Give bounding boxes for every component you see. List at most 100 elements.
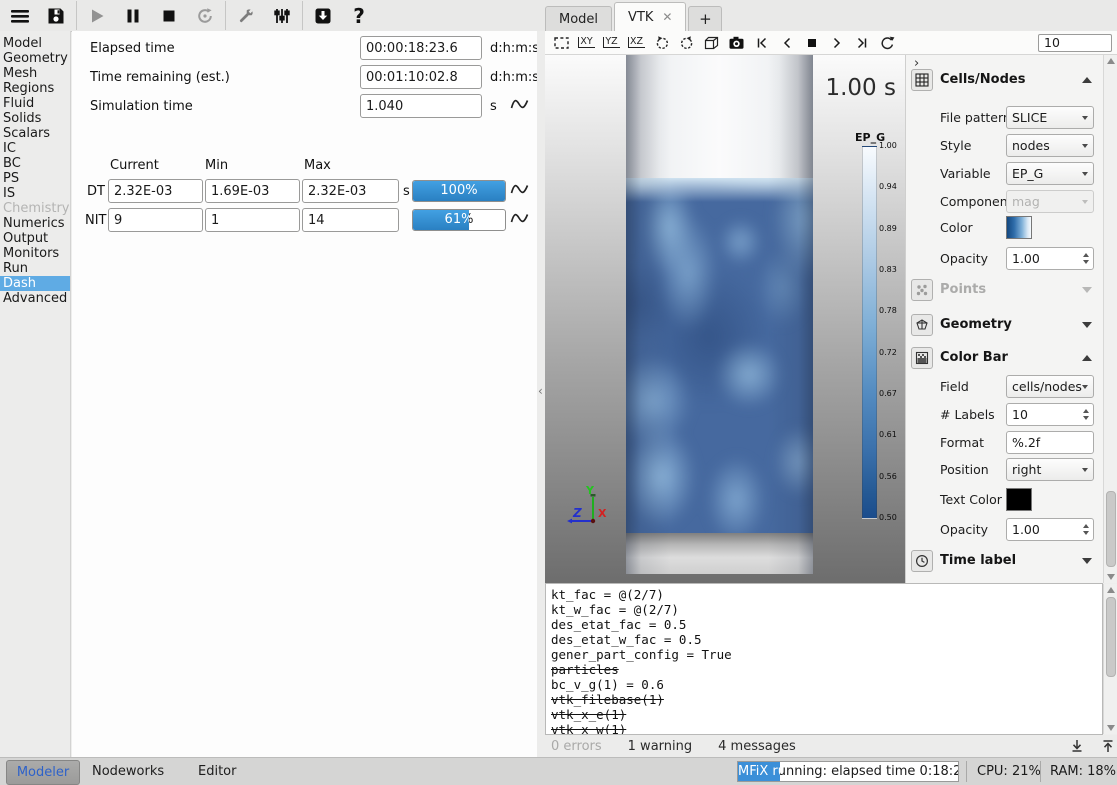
- colorbar-opacity-spinner[interactable]: 1.00: [1006, 518, 1094, 541]
- rotate-right-button[interactable]: [674, 33, 699, 53]
- sidebar-item-mesh[interactable]: Mesh: [0, 66, 70, 81]
- nit-min-field[interactable]: 1: [205, 208, 300, 232]
- mode-tab-nodeworks[interactable]: Nodeworks: [92, 764, 164, 779]
- simulation-time-units: s: [490, 99, 497, 114]
- sidebar-item-output[interactable]: Output: [0, 231, 70, 246]
- settings-scrollbar[interactable]: [1103, 55, 1117, 583]
- elapsed-time-field[interactable]: 00:00:18:23.6: [360, 36, 482, 60]
- first-frame-button[interactable]: [749, 33, 774, 53]
- splitter-handle-icon[interactable]: ‹: [538, 384, 543, 398]
- scroll-down-icon[interactable]: [1107, 574, 1115, 580]
- help-button[interactable]: ?: [341, 2, 377, 30]
- sidebar-item-advanced[interactable]: Advanced: [0, 291, 70, 306]
- last-frame-button[interactable]: [849, 33, 874, 53]
- toolbar-separator: [225, 1, 226, 30]
- dt-current-field[interactable]: 2.32E-03: [108, 179, 203, 203]
- vtk-viewport[interactable]: 1.00 s EP_G 1.000.94 0.890.83 0.780.72 0…: [545, 55, 905, 583]
- section-time-label[interactable]: Time label: [906, 550, 1104, 574]
- position-dropdown[interactable]: right: [1006, 458, 1094, 481]
- style-dropdown[interactable]: nodes: [1006, 134, 1094, 157]
- field-dropdown[interactable]: cells/nodes: [1006, 375, 1094, 398]
- simulation-time-field[interactable]: 1.040: [360, 94, 482, 118]
- variable-dropdown[interactable]: EP_G: [1006, 162, 1094, 185]
- view-yz-button[interactable]: YZ: [599, 33, 624, 53]
- sidebar-item-ic[interactable]: IC: [0, 141, 70, 156]
- expand-section-icon[interactable]: [1082, 558, 1092, 564]
- section-cells-nodes[interactable]: Cells/Nodes: [906, 69, 1104, 93]
- sidebar-item-regions[interactable]: Regions: [0, 81, 70, 96]
- time-remaining-field[interactable]: 00:01:10:02.8: [360, 65, 482, 89]
- view-xy-button[interactable]: XY: [574, 33, 599, 53]
- scroll-to-top-icon[interactable]: [1100, 738, 1116, 754]
- stop-playback-button[interactable]: [799, 33, 824, 53]
- sidebar-item-numerics[interactable]: Numerics: [0, 216, 70, 231]
- stop-button[interactable]: [151, 2, 187, 30]
- scroll-to-bottom-icon[interactable]: [1069, 738, 1085, 754]
- sidebar-item-solids[interactable]: Solids: [0, 111, 70, 126]
- menu-button[interactable]: [2, 2, 38, 30]
- dt-max-field[interactable]: 2.32E-03: [302, 179, 399, 203]
- collapse-section-icon[interactable]: [1082, 355, 1092, 361]
- file-pattern-dropdown[interactable]: SLICE: [1006, 106, 1094, 129]
- mode-tab-editor[interactable]: Editor: [198, 764, 236, 779]
- text-color-row: Text Color: [906, 488, 1104, 512]
- tab-vtk[interactable]: VTK✕: [614, 2, 686, 31]
- snapshot-button[interactable]: [724, 33, 749, 53]
- perspective-button[interactable]: [699, 33, 724, 53]
- sidebar-item-monitors[interactable]: Monitors: [0, 246, 70, 261]
- dt-min-field[interactable]: 1.69E-03: [205, 179, 300, 203]
- run-button[interactable]: [79, 2, 115, 30]
- num-labels-spinner[interactable]: 10: [1006, 403, 1094, 426]
- tab-model[interactable]: Model: [545, 6, 612, 31]
- sidebar-item-bc[interactable]: BC: [0, 156, 70, 171]
- scroll-up-icon[interactable]: [1107, 58, 1115, 64]
- new-tab-button[interactable]: +: [688, 6, 722, 31]
- errors-count[interactable]: 0 errors: [551, 739, 602, 754]
- scrollbar-thumb[interactable]: [1106, 491, 1116, 567]
- build-button[interactable]: [228, 2, 264, 30]
- sidebar-item-is[interactable]: IS: [0, 186, 70, 201]
- warnings-count[interactable]: 1 warning: [628, 739, 692, 754]
- text-color-swatch[interactable]: [1006, 488, 1032, 511]
- pause-button[interactable]: [115, 2, 151, 30]
- messages-count[interactable]: 4 messages: [718, 739, 796, 754]
- sidebar-item-run[interactable]: Run: [0, 261, 70, 276]
- opacity-spinner[interactable]: 1.00: [1006, 247, 1094, 270]
- sidebar-item-fluid[interactable]: Fluid: [0, 96, 70, 111]
- scroll-down-icon[interactable]: [1107, 725, 1115, 731]
- scroll-up-icon[interactable]: [1107, 587, 1115, 593]
- svg-text:Y: Y: [585, 485, 595, 497]
- expand-section-icon[interactable]: [1082, 322, 1092, 328]
- section-color-bar[interactable]: Color Bar: [906, 347, 1104, 371]
- sidebar-item-geometry[interactable]: Geometry: [0, 51, 70, 66]
- mode-tab-modeler[interactable]: Modeler: [6, 760, 80, 785]
- sidebar-item-scalars[interactable]: Scalars: [0, 126, 70, 141]
- view-xz-button[interactable]: XZ: [624, 33, 649, 53]
- nit-max-field[interactable]: 14: [302, 208, 399, 232]
- frame-delay-input[interactable]: 10: [1038, 34, 1112, 52]
- format-input[interactable]: %.2f: [1006, 431, 1094, 454]
- sidebar-item-ps[interactable]: PS: [0, 171, 70, 186]
- export-button[interactable]: [305, 2, 341, 30]
- colormap-swatch[interactable]: [1006, 216, 1032, 239]
- play-loop-button[interactable]: [874, 33, 899, 53]
- rotate-left-button[interactable]: [649, 33, 674, 53]
- close-tab-icon[interactable]: ✕: [662, 10, 672, 24]
- reset-button[interactable]: [187, 2, 223, 30]
- scrollbar-thumb[interactable]: [1106, 597, 1116, 677]
- parameters-button[interactable]: [264, 2, 300, 30]
- plot-dt-icon[interactable]: [510, 181, 529, 197]
- sidebar-item-model[interactable]: Model: [0, 36, 70, 51]
- plot-simulation-time-icon[interactable]: [510, 96, 529, 112]
- plot-nit-icon[interactable]: [510, 210, 529, 226]
- sidebar-item-dash[interactable]: Dash: [0, 276, 70, 291]
- collapse-section-icon[interactable]: [1082, 77, 1092, 83]
- next-frame-button[interactable]: [824, 33, 849, 53]
- save-button[interactable]: [38, 2, 74, 30]
- console-scrollbar[interactable]: [1103, 584, 1117, 734]
- section-geometry[interactable]: Geometry: [906, 314, 1104, 338]
- previous-frame-button[interactable]: [774, 33, 799, 53]
- nit-current-field[interactable]: 9: [108, 208, 203, 232]
- statusbar-separator: [966, 761, 967, 782]
- reset-view-button[interactable]: [549, 33, 574, 53]
